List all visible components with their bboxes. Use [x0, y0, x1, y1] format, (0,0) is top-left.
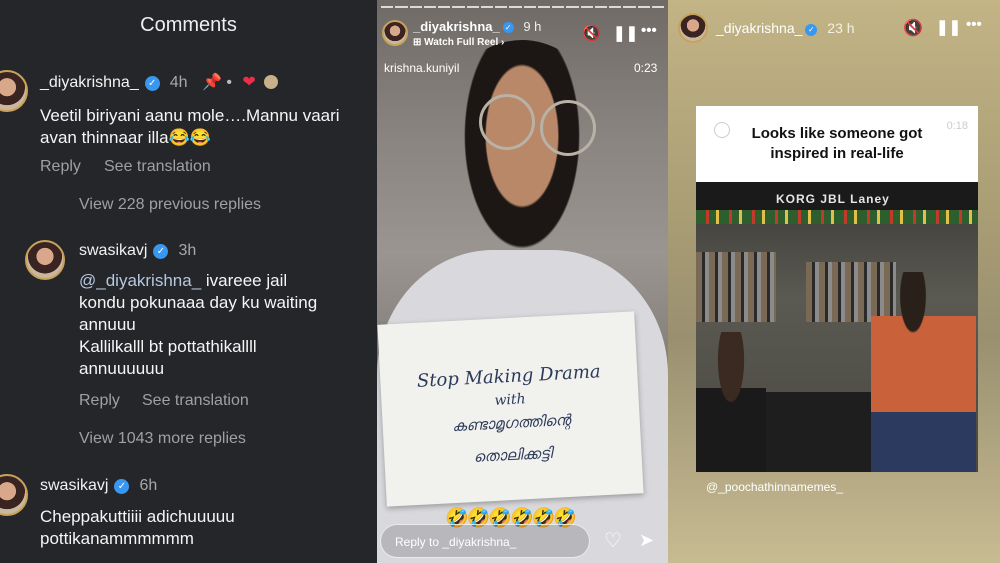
story-avatar[interactable] [678, 13, 708, 43]
pause-icon[interactable]: ❚❚ [613, 24, 638, 42]
card-title-line: Looks like someone got [751, 125, 923, 142]
story-source[interactable]: krishna.kuniyil [384, 61, 459, 75]
comment-username[interactable]: swasikavj ✓ 3h [79, 242, 196, 260]
liker-avatar [264, 75, 279, 89]
reposted-card: Looks like someone got inspired in real-… [696, 106, 978, 472]
comment-time: 6h [139, 477, 158, 494]
story-time: 9 h [523, 19, 542, 34]
comment-line: ivareee jail [201, 271, 288, 290]
story-time: 23 h [827, 20, 855, 36]
mute-icon[interactable]: 🔇 [903, 18, 923, 38]
watch-full-reel-label[interactable]: Watch Full Reel [424, 37, 498, 48]
reply-button[interactable]: Reply [40, 158, 81, 176]
comments-panel: Comments _diyakrishna_ ✓ 4h 📌 • ❤ Veetil b… [0, 0, 377, 563]
person-right [871, 272, 976, 472]
comment-line: annuuuuuu [79, 359, 165, 378]
heart-icon[interactable]: ♡ [604, 528, 622, 553]
story-avatar[interactable] [382, 20, 408, 46]
story-progress-bars [381, 6, 664, 9]
reply-button[interactable]: Reply [79, 392, 120, 410]
comment-line: kondu pokunaaa day ku waiting [79, 293, 318, 312]
send-icon[interactable]: ➤ [639, 530, 654, 551]
verified-icon: ✓ [144, 76, 160, 91]
story-reply-input[interactable]: Reply to _diyakrishna_ [380, 524, 590, 558]
more-icon[interactable]: ••• [641, 22, 657, 39]
glasses-right [540, 100, 596, 156]
username-text[interactable]: _diyakrishna_ [40, 74, 139, 91]
collage: Comments _diyakrishna_ ✓ 4h 📌 • ❤ Veetil b… [0, 0, 1000, 563]
story-username[interactable]: _diyakrishna_ [413, 19, 500, 34]
story-username[interactable]: _diyakrishna_ [716, 20, 802, 36]
view-previous-replies[interactable]: View 228 previous replies [79, 196, 261, 214]
story-panel[interactable]: _diyakrishna_ ✓ 23 h 🔇 ❚❚ ••• Looks like … [668, 0, 1000, 563]
person-left [696, 332, 766, 472]
comment-time: 3h [178, 242, 197, 259]
mute-icon[interactable]: 🔇 [582, 24, 601, 42]
avatar[interactable] [25, 240, 65, 280]
more-icon[interactable]: ••• [966, 16, 982, 33]
card-timer: 0:18 [946, 120, 968, 132]
watch-full-reel[interactable]: ⊞ Watch Full Reel › [413, 37, 504, 48]
username-text[interactable]: swasikavj [40, 477, 108, 494]
comment-text: Veetil biriyani aanu mole….Mannu vaari a… [40, 106, 340, 147]
see-translation-button[interactable]: See translation [104, 158, 211, 176]
username-text[interactable]: swasikavj [79, 242, 147, 259]
meme-handle[interactable]: @_poochathinnamemes_ [706, 480, 843, 494]
comment-time: 4h [169, 74, 188, 91]
see-translation-button[interactable]: See translation [142, 392, 249, 410]
avatar[interactable] [0, 474, 28, 516]
comment-line: annuuu [79, 315, 136, 334]
comment-line: Cheppakuttiiii adichuuuuu [40, 507, 235, 526]
shelf [696, 252, 776, 322]
story-timer: 0:23 [634, 61, 658, 75]
pin-icon: 📌 • [201, 74, 232, 91]
pause-icon[interactable]: ❚❚ [936, 18, 961, 36]
mention-link[interactable]: @_diyakrishna_ [79, 271, 201, 290]
handwritten-sign: Stop Making Drama with കണ്ടാമൃഗത്തിന്റെ … [377, 311, 644, 507]
heart-icon[interactable]: ❤ [242, 74, 255, 91]
christmas-garland [696, 210, 978, 224]
card-title: Looks like someone got inspired in real-… [696, 124, 978, 164]
store-scene: KORG JBL Laney [696, 182, 978, 472]
comments-title: Comments [140, 14, 237, 36]
avatar[interactable] [0, 70, 28, 112]
reply-placeholder: Reply to _diyakrishna_ [395, 535, 517, 549]
story-header: _diyakrishna_ ✓ 9 h [413, 19, 541, 34]
store-counter [756, 392, 886, 472]
comment-username[interactable]: _diyakrishna_ ✓ 4h 📌 • ❤ [40, 72, 279, 92]
verified-icon: ✓ [805, 24, 818, 36]
verified-icon: ✓ [502, 22, 514, 33]
card-title-line: inspired in real-life [770, 145, 904, 162]
comment-text: Cheppakuttiiii adichuuuuu pottikanammmmm… [40, 506, 360, 550]
verified-icon: ✓ [153, 244, 169, 259]
comment-line: Kallilkalll bt pottathikallll [79, 337, 257, 356]
glasses-left [479, 94, 535, 150]
comment-username[interactable]: swasikavj ✓ 6h [40, 477, 157, 495]
story-header: _diyakrishna_ ✓ 23 h [716, 20, 855, 36]
view-more-replies[interactable]: View 1043 more replies [79, 430, 246, 448]
sign-line: തൊലിക്കട്ടി [473, 443, 553, 466]
story-panel[interactable]: _diyakrishna_ ✓ 9 h ⊞ Watch Full Reel › 🔇… [377, 0, 668, 563]
comment-text: @_diyakrishna_ ivareee jail kondu pokuna… [79, 270, 369, 380]
comment-line: pottikanammmmmm [40, 529, 194, 548]
verified-icon: ✓ [114, 479, 130, 494]
reel-icon: ⊞ [413, 37, 425, 48]
